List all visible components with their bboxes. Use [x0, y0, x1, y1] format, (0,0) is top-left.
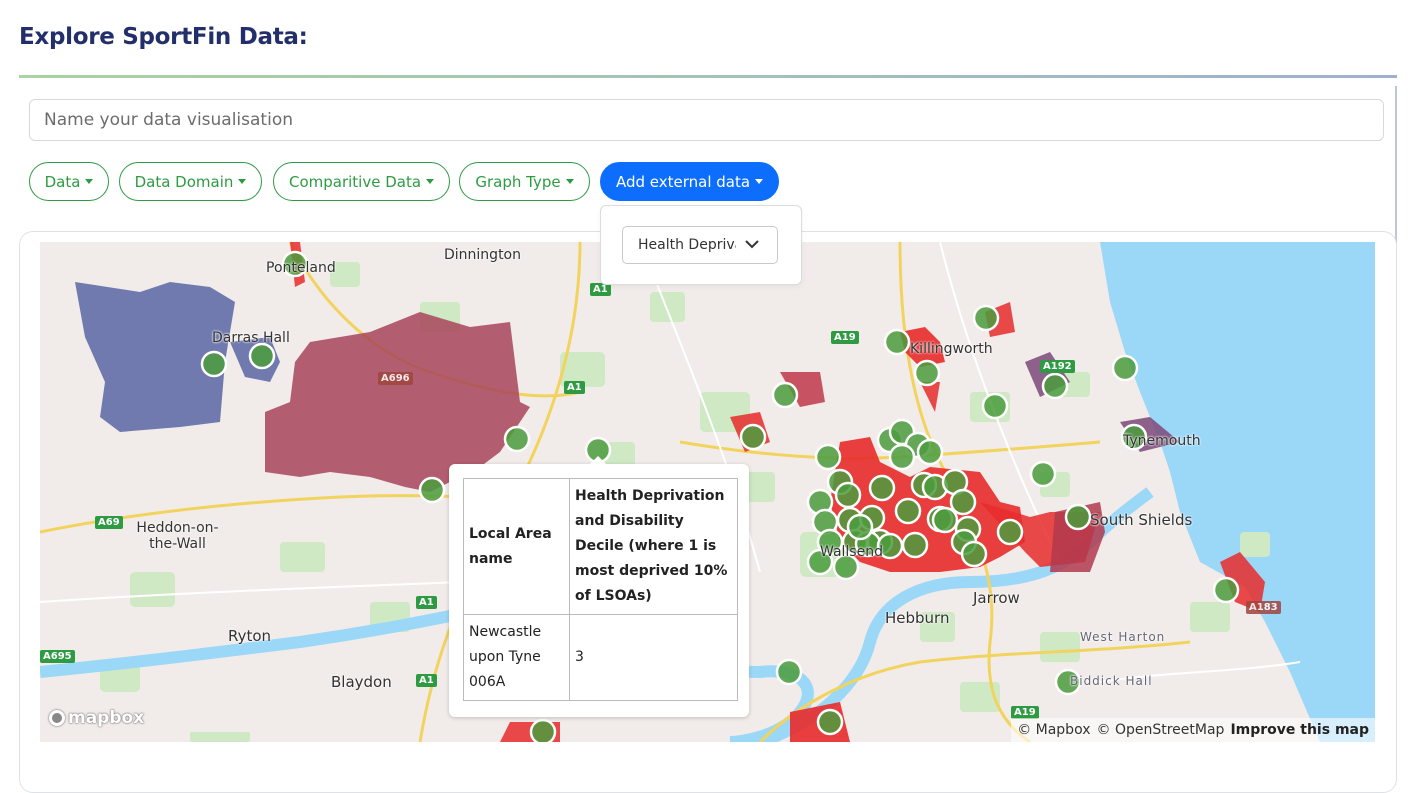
- popup-table: Local Area name Health Deprivation and D…: [463, 478, 738, 701]
- caret-down-icon: [565, 179, 574, 184]
- external-data-select[interactable]: Health Deprivation and Disability Decile: [622, 226, 778, 264]
- road-badge-a192: A192: [1040, 360, 1075, 373]
- caret-down-icon: [238, 179, 247, 184]
- road-badge-a1: A1: [564, 381, 585, 394]
- map-label-killingworth: Killingworth: [910, 341, 993, 357]
- attribution-mapbox[interactable]: © Mapbox: [1017, 722, 1090, 738]
- caret-down-icon: [426, 179, 435, 184]
- map-popup: Local Area name Health Deprivation and D…: [449, 456, 749, 717]
- mapbox-icon: [49, 710, 65, 726]
- improve-map-link[interactable]: Improve this map: [1230, 722, 1369, 738]
- external-data-menu: Health Deprivation and Disability Decile: [600, 205, 802, 285]
- external-data-selected: Health Deprivation and Disability Decile: [638, 237, 736, 253]
- map-label-hebburn: Hebburn: [885, 609, 950, 627]
- map-label-blaydon: Blaydon: [331, 673, 392, 691]
- map-label-south-shields: South Shields: [1090, 511, 1193, 529]
- page-title: Explore SportFin Data:: [19, 24, 308, 50]
- caret-down-icon: [755, 179, 764, 184]
- data-domain-label: Data Domain: [134, 172, 234, 191]
- popup-header-area: Local Area name: [463, 478, 570, 615]
- chevron-down-icon: [745, 240, 759, 249]
- visualisation-name-input[interactable]: [29, 99, 1384, 141]
- comparative-data-label: Comparitive Data: [288, 172, 422, 191]
- map-label-jarrow: Jarrow: [973, 589, 1020, 607]
- map-label-ryton: Ryton: [228, 627, 272, 645]
- road-badge-a183: A183: [1246, 601, 1281, 614]
- data-domain-dropdown-button[interactable]: Data Domain: [119, 162, 262, 201]
- title-divider: [19, 75, 1397, 78]
- add-external-data-label: Add external data: [615, 172, 751, 191]
- caret-down-icon: [85, 179, 94, 184]
- map-label-tynemouth: Tynemouth: [1123, 433, 1201, 449]
- road-badge-a695: A695: [40, 650, 75, 663]
- road-badge-a1: A1: [416, 596, 437, 609]
- map-label-wallsend: Wallsend: [820, 544, 883, 560]
- road-badge-a69: A69: [95, 516, 123, 529]
- attribution-osm[interactable]: © OpenStreetMap: [1097, 722, 1225, 738]
- map-label-dinnington: Dinnington: [444, 247, 521, 263]
- popup-header-row: Local Area name Health Deprivation and D…: [463, 478, 738, 615]
- map-label-west-harton: West Harton: [1080, 630, 1166, 644]
- graph-type-label: Graph Type: [475, 172, 561, 191]
- map-label-darras-hall: Darras Hall: [212, 330, 290, 346]
- add-external-data-button[interactable]: Add external data: [600, 162, 779, 201]
- road-badge-a696: A696: [378, 372, 413, 385]
- popup-header-decile: Health Deprivation and Disability Decile…: [569, 478, 738, 615]
- comparative-data-dropdown-button[interactable]: Comparitive Data: [273, 162, 450, 201]
- mapbox-logo[interactable]: mapbox: [49, 708, 144, 728]
- mapbox-wordmark: mapbox: [68, 708, 145, 728]
- map-label-heddon: Heddon-on-the-Wall: [136, 520, 219, 552]
- data-dropdown-button[interactable]: Data: [29, 162, 109, 201]
- map-label-ponteland: Ponteland: [266, 260, 336, 276]
- popup-decile-value: 3: [569, 614, 738, 701]
- popup-data-row: Newcastle upon Tyne 006A 3: [463, 614, 738, 701]
- data-dropdown-label: Data: [44, 172, 81, 191]
- popup-area-name: Newcastle upon Tyne 006A: [463, 614, 570, 701]
- popup-tip: [589, 456, 607, 465]
- road-badge-a19: A19: [831, 331, 859, 344]
- map-attribution: © Mapbox © OpenStreetMap Improve this ma…: [1011, 718, 1375, 742]
- road-badge-a1: A1: [416, 674, 437, 687]
- graph-type-dropdown-button[interactable]: Graph Type: [459, 162, 590, 201]
- map-label-biddick-hall: Biddick Hall: [1070, 674, 1153, 688]
